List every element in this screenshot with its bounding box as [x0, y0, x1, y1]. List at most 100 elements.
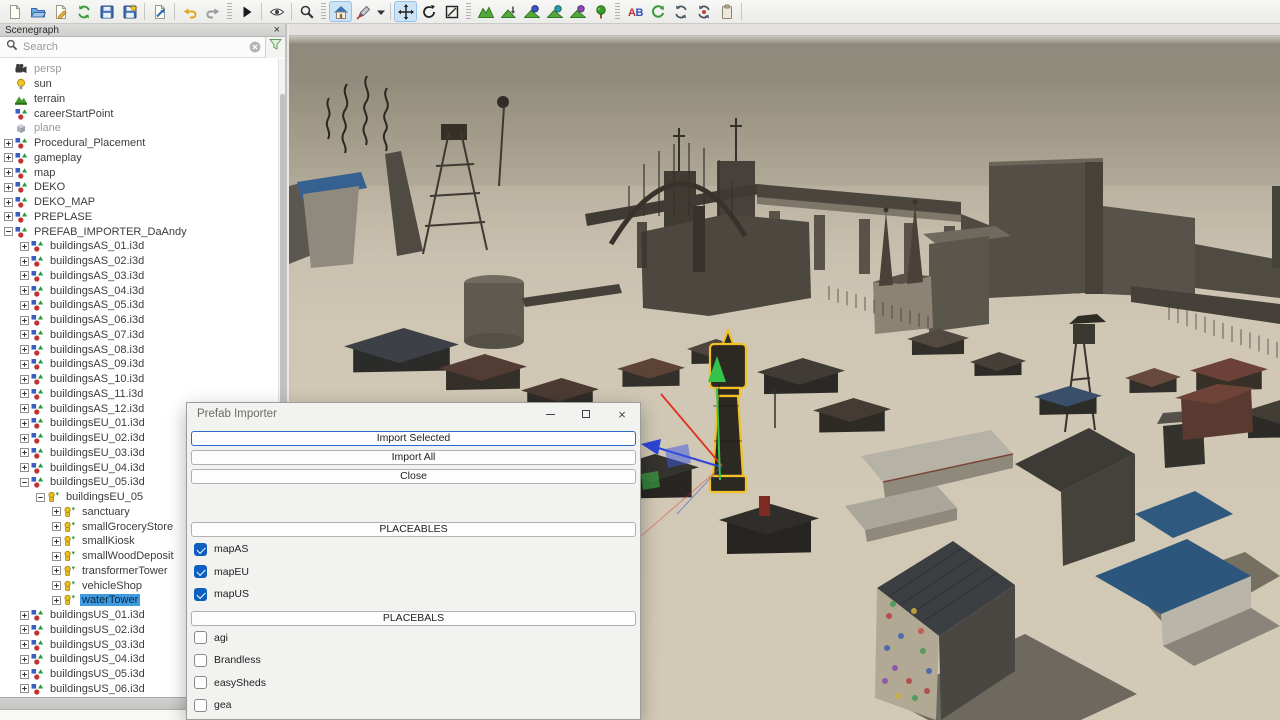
toolbar-edit-script-button[interactable]	[49, 1, 72, 22]
tree-item[interactable]: buildingsAS_06.i3d	[0, 313, 278, 328]
toolbar-save-plus-button[interactable]	[118, 1, 141, 22]
expander-icon[interactable]	[20, 625, 29, 634]
checkbox-row-Brandless[interactable]: Brandless	[191, 650, 636, 671]
toolbar-save-button[interactable]	[95, 1, 118, 22]
checkbox-agi[interactable]	[194, 631, 207, 644]
tree-item[interactable]: buildingsAS_08.i3d	[0, 342, 278, 357]
toolbar-play-button[interactable]	[235, 1, 258, 22]
toolbar-terrain-lower-button[interactable]	[497, 1, 520, 22]
tree-item[interactable]: Procedural_Placement	[0, 136, 278, 151]
expander-icon[interactable]	[20, 611, 29, 620]
expander-icon[interactable]	[52, 566, 61, 575]
checkbox-Brandless[interactable]	[194, 654, 207, 667]
expander-icon[interactable]	[20, 463, 29, 472]
expander-icon[interactable]	[20, 670, 29, 679]
expander-icon[interactable]	[20, 478, 29, 487]
tree-item[interactable]: map	[0, 165, 278, 180]
tree-item[interactable]: buildingsAS_10.i3d	[0, 372, 278, 387]
checkbox-easySheds[interactable]	[194, 676, 207, 689]
toolbar-recycle-2-button[interactable]	[692, 1, 715, 22]
checkbox-mapEU[interactable]	[194, 565, 207, 578]
tree-item[interactable]: buildingsAS_02.i3d	[0, 254, 278, 269]
expander-icon[interactable]	[4, 153, 13, 162]
toolbar-undo-button[interactable]	[178, 1, 201, 22]
tree-item[interactable]: careerStartPoint	[0, 106, 278, 121]
toolbar-clipboard-button[interactable]	[715, 1, 738, 22]
expander-icon[interactable]	[20, 301, 29, 310]
toolbar-move-button[interactable]	[394, 1, 417, 22]
import-selected-button[interactable]: Import Selected	[191, 431, 636, 446]
expander-icon[interactable]	[4, 227, 13, 236]
search-input[interactable]	[23, 41, 249, 53]
expander-icon[interactable]	[52, 552, 61, 561]
tree-item[interactable]: buildingsAS_11.i3d	[0, 387, 278, 402]
toolbar-magnifier-button[interactable]	[295, 1, 318, 22]
tree-item[interactable]: persp	[0, 62, 278, 77]
toolbar-refresh-c-button[interactable]	[646, 1, 669, 22]
tree-item[interactable]: buildingsAS_09.i3d	[0, 357, 278, 372]
filter-button[interactable]	[265, 37, 285, 58]
checkbox-row-gea[interactable]: gea	[191, 695, 636, 716]
tree-item[interactable]: buildingsAS_03.i3d	[0, 269, 278, 284]
toolbar-terrain-paint-teal-button[interactable]	[543, 1, 566, 22]
expander-icon[interactable]	[36, 493, 45, 502]
toolbar-terrain-raise-button[interactable]	[474, 1, 497, 22]
expander-icon[interactable]	[20, 375, 29, 384]
panel-close-icon[interactable]: ×	[274, 25, 280, 35]
tree-item[interactable]: buildingsAS_01.i3d	[0, 239, 278, 254]
expander-icon[interactable]	[20, 640, 29, 649]
tree-item[interactable]: buildingsAS_05.i3d	[0, 298, 278, 313]
expander-icon[interactable]	[4, 212, 13, 221]
tree-item[interactable]: sun	[0, 77, 278, 92]
toolbar-grip-handle[interactable]	[321, 3, 326, 21]
tree-item[interactable]: terrain	[0, 92, 278, 107]
expander-icon[interactable]	[20, 360, 29, 369]
toolbar-recycle-1-button[interactable]	[669, 1, 692, 22]
toolbar-eye-button[interactable]	[265, 1, 288, 22]
tree-item[interactable]: gameplay	[0, 151, 278, 166]
expander-icon[interactable]	[4, 198, 13, 207]
toolbar-redo-button[interactable]	[201, 1, 224, 22]
toolbar-export-page-button[interactable]	[148, 1, 171, 22]
tree-item[interactable]: DEKO	[0, 180, 278, 195]
toolbar-home-button[interactable]	[329, 1, 352, 22]
toolbar-foliage-button[interactable]	[589, 1, 612, 22]
expander-icon[interactable]	[20, 345, 29, 354]
toolbar-dropdown-small-button[interactable]	[375, 1, 387, 22]
toolbar-grip-handle[interactable]	[615, 3, 620, 21]
tree-item[interactable]: DEKO_MAP	[0, 195, 278, 210]
expander-icon[interactable]	[20, 655, 29, 664]
toolbar-scale-button[interactable]	[440, 1, 463, 22]
toolbar-open-folder-button[interactable]	[26, 1, 49, 22]
checkbox-row-easySheds[interactable]: easySheds	[191, 673, 636, 694]
expander-icon[interactable]	[20, 330, 29, 339]
expander-icon[interactable]	[52, 507, 61, 516]
expander-icon[interactable]	[20, 257, 29, 266]
expander-icon[interactable]	[52, 596, 61, 605]
toolbar-sync-button[interactable]	[72, 1, 95, 22]
close-button[interactable]: Close	[191, 469, 636, 484]
expander-icon[interactable]	[20, 389, 29, 398]
checkbox-gea[interactable]	[194, 699, 207, 712]
expander-icon[interactable]	[20, 448, 29, 457]
expander-icon[interactable]	[20, 419, 29, 428]
toolbar-text-ab-button[interactable]: AB	[623, 1, 646, 22]
expander-icon[interactable]	[52, 522, 61, 531]
expander-icon[interactable]	[20, 434, 29, 443]
checkbox-row-agi[interactable]: agi	[191, 628, 636, 649]
close-button[interactable]: ×	[604, 403, 640, 425]
checkbox-mapAS[interactable]	[194, 543, 207, 556]
toolbar-terrain-paint-purple-button[interactable]	[566, 1, 589, 22]
expander-icon[interactable]	[20, 684, 29, 693]
clear-search-icon[interactable]	[249, 41, 261, 53]
expander-icon[interactable]	[4, 183, 13, 192]
expander-icon[interactable]	[20, 271, 29, 280]
import-all-button[interactable]: Import All	[191, 450, 636, 465]
checkbox-row-mapEU[interactable]: mapEU	[191, 562, 636, 583]
toolbar-grip-handle[interactable]	[227, 3, 232, 21]
checkbox-row-mapAS[interactable]: mapAS	[191, 539, 636, 560]
tree-item[interactable]: plane	[0, 121, 278, 136]
toolbar-rotate-button[interactable]	[417, 1, 440, 22]
toolbar-terrain-paint-blue-button[interactable]	[520, 1, 543, 22]
maximize-button[interactable]	[568, 403, 604, 425]
